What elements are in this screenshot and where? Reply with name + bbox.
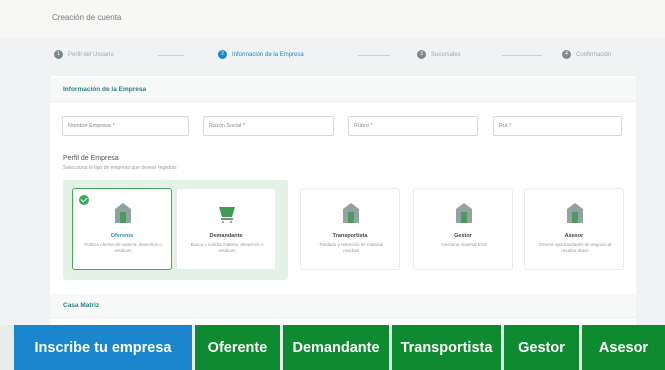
step-label: Perfil del Usuario — [68, 51, 114, 58]
step-number: 3 — [417, 50, 426, 59]
perfil-title: Perfil de Empresa — [63, 155, 119, 162]
building-icon — [567, 203, 583, 223]
option-demandante[interactable]: Demandante Busca y solicita materia, des… — [176, 188, 276, 270]
transportista-button[interactable]: Transportista — [392, 325, 501, 370]
step-number: 2 — [218, 50, 227, 59]
option-description: Busca y solicita materia, desechos o res… — [190, 242, 264, 253]
section-title: Información de la Empresa — [63, 86, 147, 93]
option-name: Asesor — [564, 233, 584, 239]
option-description: Publica ofertas de materia, desechos o r… — [84, 242, 162, 253]
option-description: Gestiona material ESS — [441, 242, 487, 247]
option-description: Genera oportunidades de negocio al resal… — [538, 242, 612, 253]
gestor-button[interactable]: Gestor — [504, 325, 579, 370]
option-description: Traslado y retención de material residua… — [318, 242, 384, 253]
option-name: Demandante — [209, 233, 243, 239]
step-confirmacion[interactable]: 4 Confirmación — [562, 50, 611, 59]
section-header-casa-matriz: Casa Matriz — [50, 294, 636, 318]
top-bar: Creación de cuenta — [0, 0, 665, 38]
step-number: 4 — [562, 50, 571, 59]
option-oferente[interactable]: Oferente Publica ofertas de materia, des… — [72, 188, 172, 270]
step-label: Información de la Empresa — [232, 51, 304, 58]
cart-icon — [219, 207, 235, 223]
option-asesor[interactable]: Asesor Genera oportunidades de negocio a… — [524, 188, 624, 270]
option-name: Oferente — [110, 233, 134, 239]
rubro-input[interactable]: Rubro * — [348, 116, 478, 136]
demandante-button[interactable]: Demandante — [283, 325, 389, 370]
building-icon — [343, 203, 359, 223]
oferente-button[interactable]: Oferente — [195, 325, 280, 370]
step-label: Sucursales — [431, 51, 461, 58]
stepper: 1 Perfil del Usuario 2 Información de la… — [40, 44, 640, 68]
company-form-card: Información de la Empresa Nombre Empresa… — [50, 76, 636, 326]
step-informacion-empresa[interactable]: 2 Información de la Empresa — [218, 50, 304, 59]
inscribe-button[interactable]: Inscribe tu empresa — [14, 325, 192, 370]
step-number: 1 — [54, 50, 63, 59]
check-icon — [79, 195, 89, 205]
page-title: Creación de cuenta — [52, 13, 122, 22]
nombre-empresa-input[interactable]: Nombre Empresa * — [62, 116, 189, 136]
option-transportista[interactable]: Transportista Traslado y retención de ma… — [300, 188, 400, 270]
section-header-empresa: Información de la Empresa — [50, 78, 636, 102]
step-label: Confirmación — [576, 51, 612, 58]
razon-social-input[interactable]: Razón Social * — [203, 116, 334, 136]
step-divider — [358, 55, 390, 56]
step-perfil-usuario[interactable]: 1 Perfil del Usuario — [54, 50, 114, 59]
option-name: Gestor — [454, 233, 472, 239]
section-title: Casa Matriz — [63, 302, 100, 309]
asesor-button[interactable]: Asesor — [582, 325, 665, 370]
step-divider — [502, 55, 542, 56]
building-icon — [456, 203, 472, 223]
step-sucursales[interactable]: 3 Sucursales — [417, 50, 461, 59]
building-icon — [115, 203, 131, 223]
rut-input[interactable]: Rut * — [493, 116, 622, 136]
step-divider — [158, 55, 184, 56]
perfil-subtitle: Selecciona el tipo de empresa que desear… — [63, 165, 178, 171]
option-gestor[interactable]: Gestor Gestiona material ESS — [413, 188, 513, 270]
option-name: Transportista — [332, 233, 368, 239]
